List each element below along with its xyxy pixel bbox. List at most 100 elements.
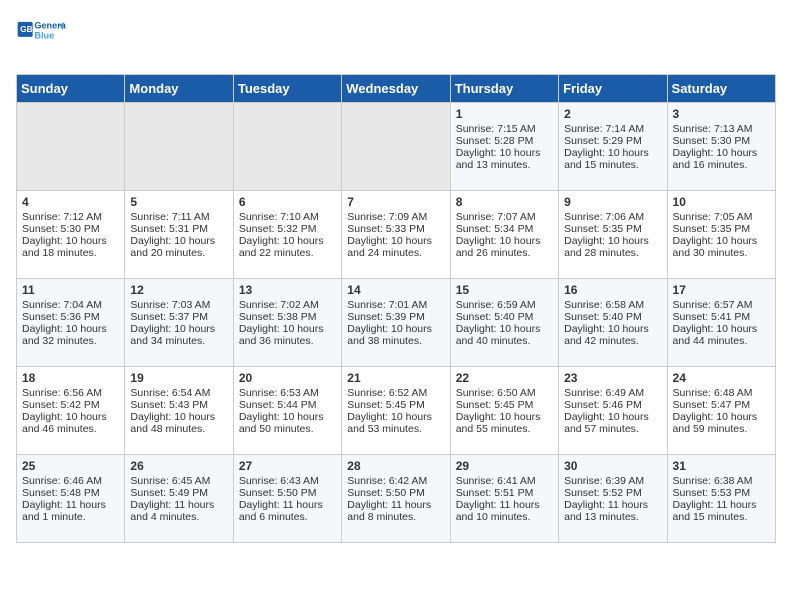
calendar-cell: 24Sunrise: 6:48 AMSunset: 5:47 PMDayligh… — [667, 367, 775, 455]
day-info-line: Daylight: 10 hours — [130, 411, 227, 423]
calendar-cell: 22Sunrise: 6:50 AMSunset: 5:45 PMDayligh… — [450, 367, 558, 455]
day-info-line: Sunrise: 6:58 AM — [564, 299, 661, 311]
day-info-line: Sunrise: 7:03 AM — [130, 299, 227, 311]
day-info-line: and 4 minutes. — [130, 511, 227, 523]
calendar-table: SundayMondayTuesdayWednesdayThursdayFrid… — [16, 74, 776, 543]
day-number: 9 — [564, 195, 661, 209]
day-info-line: Sunset: 5:35 PM — [673, 223, 770, 235]
day-info-line: Sunset: 5:44 PM — [239, 399, 336, 411]
calendar-cell: 8Sunrise: 7:07 AMSunset: 5:34 PMDaylight… — [450, 191, 558, 279]
day-info-line: Sunrise: 6:52 AM — [347, 387, 444, 399]
day-info-line: Sunset: 5:28 PM — [456, 135, 553, 147]
day-info-line: and 13 minutes. — [564, 511, 661, 523]
header-day-tuesday: Tuesday — [233, 75, 341, 103]
week-row-4: 18Sunrise: 6:56 AMSunset: 5:42 PMDayligh… — [17, 367, 776, 455]
day-info-line: Daylight: 10 hours — [22, 323, 119, 335]
header-day-thursday: Thursday — [450, 75, 558, 103]
day-info-line: Daylight: 11 hours — [347, 499, 444, 511]
day-info-line: Sunrise: 6:48 AM — [673, 387, 770, 399]
day-info-line: Sunrise: 6:50 AM — [456, 387, 553, 399]
week-row-2: 4Sunrise: 7:12 AMSunset: 5:30 PMDaylight… — [17, 191, 776, 279]
day-info-line: Sunset: 5:41 PM — [673, 311, 770, 323]
day-info-line: Daylight: 10 hours — [564, 147, 661, 159]
day-info-line: and 1 minute. — [22, 511, 119, 523]
day-info-line: Daylight: 10 hours — [564, 411, 661, 423]
day-info-line: Sunrise: 6:57 AM — [673, 299, 770, 311]
header-day-friday: Friday — [559, 75, 667, 103]
calendar-cell: 30Sunrise: 6:39 AMSunset: 5:52 PMDayligh… — [559, 455, 667, 543]
day-info-line: and 28 minutes. — [564, 247, 661, 259]
day-info-line: Sunrise: 7:11 AM — [130, 211, 227, 223]
day-number: 19 — [130, 371, 227, 385]
day-info-line: and 44 minutes. — [673, 335, 770, 347]
day-info-line: Sunrise: 6:42 AM — [347, 475, 444, 487]
day-info-line: Sunset: 5:29 PM — [564, 135, 661, 147]
calendar-cell: 1Sunrise: 7:15 AMSunset: 5:28 PMDaylight… — [450, 103, 558, 191]
day-info-line: Sunset: 5:42 PM — [22, 399, 119, 411]
day-info-line: and 30 minutes. — [673, 247, 770, 259]
svg-text:Blue: Blue — [34, 31, 54, 41]
day-info-line: and 15 minutes. — [564, 159, 661, 171]
calendar-cell: 29Sunrise: 6:41 AMSunset: 5:51 PMDayligh… — [450, 455, 558, 543]
day-info-line: Sunset: 5:50 PM — [347, 487, 444, 499]
calendar-cell — [342, 103, 450, 191]
calendar-cell: 14Sunrise: 7:01 AMSunset: 5:39 PMDayligh… — [342, 279, 450, 367]
day-number: 22 — [456, 371, 553, 385]
day-info-line: Sunset: 5:35 PM — [564, 223, 661, 235]
day-info-line: and 53 minutes. — [347, 423, 444, 435]
day-info-line: and 20 minutes. — [130, 247, 227, 259]
day-number: 24 — [673, 371, 770, 385]
day-info-line: and 57 minutes. — [564, 423, 661, 435]
day-info-line: Sunset: 5:37 PM — [130, 311, 227, 323]
day-info-line: Daylight: 10 hours — [564, 323, 661, 335]
day-number: 29 — [456, 459, 553, 473]
day-info-line: Sunrise: 7:02 AM — [239, 299, 336, 311]
day-number: 27 — [239, 459, 336, 473]
day-info-line: Sunset: 5:50 PM — [239, 487, 336, 499]
day-info-line: Sunset: 5:52 PM — [564, 487, 661, 499]
day-number: 5 — [130, 195, 227, 209]
day-info-line: Sunrise: 7:07 AM — [456, 211, 553, 223]
day-number: 1 — [456, 107, 553, 121]
day-number: 15 — [456, 283, 553, 297]
calendar-cell: 16Sunrise: 6:58 AMSunset: 5:40 PMDayligh… — [559, 279, 667, 367]
header-day-saturday: Saturday — [667, 75, 775, 103]
day-info-line: Sunset: 5:46 PM — [564, 399, 661, 411]
calendar-cell — [17, 103, 125, 191]
day-info-line: and 55 minutes. — [456, 423, 553, 435]
day-info-line: Daylight: 10 hours — [130, 323, 227, 335]
day-number: 30 — [564, 459, 661, 473]
day-number: 31 — [673, 459, 770, 473]
calendar-cell: 28Sunrise: 6:42 AMSunset: 5:50 PMDayligh… — [342, 455, 450, 543]
day-info-line: Sunset: 5:31 PM — [130, 223, 227, 235]
day-info-line: Daylight: 10 hours — [347, 235, 444, 247]
day-number: 13 — [239, 283, 336, 297]
calendar-cell: 27Sunrise: 6:43 AMSunset: 5:50 PMDayligh… — [233, 455, 341, 543]
day-info-line: Daylight: 10 hours — [347, 411, 444, 423]
day-number: 20 — [239, 371, 336, 385]
day-info-line: Daylight: 10 hours — [456, 411, 553, 423]
day-info-line: Sunset: 5:38 PM — [239, 311, 336, 323]
day-info-line: Sunset: 5:45 PM — [347, 399, 444, 411]
day-number: 6 — [239, 195, 336, 209]
day-info-line: Daylight: 10 hours — [673, 235, 770, 247]
logo: GB General Blue — [16, 16, 66, 66]
day-info-line: and 46 minutes. — [22, 423, 119, 435]
calendar-cell: 21Sunrise: 6:52 AMSunset: 5:45 PMDayligh… — [342, 367, 450, 455]
calendar-cell — [233, 103, 341, 191]
day-info-line: Sunset: 5:34 PM — [456, 223, 553, 235]
header: GB General Blue — [16, 16, 776, 66]
day-info-line: and 6 minutes. — [239, 511, 336, 523]
calendar-cell: 19Sunrise: 6:54 AMSunset: 5:43 PMDayligh… — [125, 367, 233, 455]
day-info-line: and 10 minutes. — [456, 511, 553, 523]
day-info-line: and 8 minutes. — [347, 511, 444, 523]
day-info-line: and 59 minutes. — [673, 423, 770, 435]
day-info-line: Sunrise: 6:59 AM — [456, 299, 553, 311]
day-info-line: Sunrise: 6:49 AM — [564, 387, 661, 399]
week-row-1: 1Sunrise: 7:15 AMSunset: 5:28 PMDaylight… — [17, 103, 776, 191]
day-info-line: and 15 minutes. — [673, 511, 770, 523]
day-number: 3 — [673, 107, 770, 121]
calendar-cell: 17Sunrise: 6:57 AMSunset: 5:41 PMDayligh… — [667, 279, 775, 367]
day-info-line: and 38 minutes. — [347, 335, 444, 347]
day-info-line: Sunset: 5:49 PM — [130, 487, 227, 499]
